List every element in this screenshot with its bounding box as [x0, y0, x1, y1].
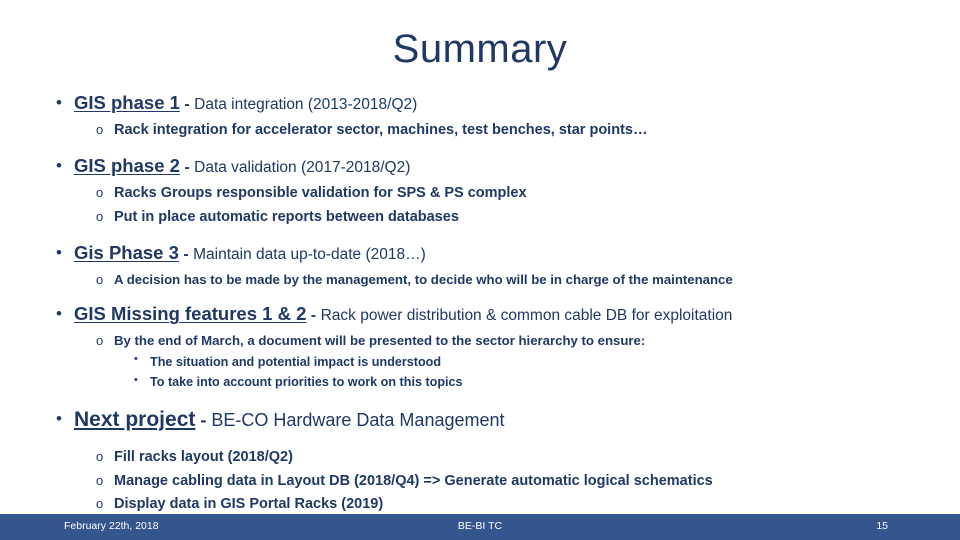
bullet-heading: Next project: [74, 408, 196, 432]
bullet-block-gis-phase-1: • GIS phase 1 - Data integration (2013-20…: [46, 92, 926, 142]
bullet-level1: • GIS phase 1 - Data integration (2013-20…: [46, 92, 926, 115]
bullet-level3: • The situation and potential impact is u…: [46, 352, 926, 372]
bullet-block-gis-missing-features: • GIS Missing features 1 & 2 - Rack power…: [46, 303, 926, 392]
bullet-level2-text: By the end of March, a document will be …: [114, 333, 646, 349]
bullet-heading: GIS phase 1: [74, 92, 180, 113]
bullet-block-gis-phase-3: • Gis Phase 3 - Maintain data up-to-date …: [46, 242, 926, 290]
bullet-level3-text: To take into account priorities to work …: [150, 375, 463, 390]
bullet-level1: • Gis Phase 3 - Maintain data up-to-date …: [46, 242, 926, 265]
bullet-block-next-project: • Next project - BE-CO Hardware Data Mana…: [46, 408, 926, 516]
bullet-heading: GIS Missing features 1 & 2: [74, 303, 307, 325]
bullet-level2: o By the end of March, a document will be…: [46, 330, 926, 351]
bullet-heading: GIS phase 2: [74, 155, 180, 177]
bullet-dash: -: [179, 96, 195, 113]
bullet-level2: o Put in place automatic reports between …: [46, 206, 926, 229]
slide-body: • GIS phase 1 - Data integration (2013-20…: [46, 92, 926, 517]
bullet-marker-level3: •: [134, 353, 138, 366]
bullet-level2-text: Fill racks layout (2018/Q2): [114, 449, 293, 466]
bullet-marker-level2: o: [96, 449, 104, 465]
bullet-level1: • GIS Missing features 1 & 2 - Rack power…: [46, 303, 926, 326]
bullet-subtitle: Data validation (2017-2018/Q2): [194, 159, 411, 177]
bullet-marker-level2: o: [96, 185, 104, 201]
bullet-level2: o A decision has to be made by the manage…: [46, 269, 926, 290]
bullet-dash: -: [178, 246, 194, 264]
bullet-level2: o Rack integration for accelerator sector…: [46, 119, 926, 142]
footer-page-number: 15: [876, 520, 888, 532]
bullet-marker-level1: •: [56, 409, 62, 429]
bullet-level2-text: A decision has to be made by the managem…: [114, 272, 733, 288]
bullet-marker-level2: o: [96, 121, 104, 137]
bullet-dash: -: [179, 159, 195, 177]
bullet-level2: o Manage cabling data in Layout DB (2018/…: [46, 470, 926, 493]
bullet-marker-level1: •: [56, 92, 62, 112]
bullet-dash: -: [195, 410, 212, 431]
bullet-level2-text: Display data in GIS Portal Racks (2019): [114, 496, 384, 513]
bullet-marker-level2: o: [96, 272, 104, 288]
bullet-level1: • Next project - BE-CO Hardware Data Mana…: [46, 408, 926, 433]
bullet-subtitle: BE-CO Hardware Data Management: [211, 410, 505, 431]
slide: Summary • GIS phase 1 - Data integration …: [0, 0, 960, 540]
bullet-subtitle: Maintain data up-to-date (2018…): [193, 246, 426, 264]
bullet-marker-level2: o: [96, 208, 104, 224]
footer-event: BE-BI TC: [457, 520, 503, 532]
bullet-marker-level1: •: [56, 156, 62, 176]
bullet-level3-text: The situation and potential impact is un…: [150, 354, 442, 369]
bullet-subtitle: Data integration (2013-2018/Q2): [194, 96, 418, 113]
bullet-level2: o Racks Groups responsible validation for…: [46, 182, 926, 205]
bullet-level2-text: Put in place automatic reports between d…: [114, 208, 459, 225]
bullet-marker-level1: •: [56, 304, 62, 324]
bullet-marker-level2: o: [96, 333, 104, 349]
bullet-marker-level1: •: [56, 242, 62, 262]
bullet-level1: • GIS phase 2 - Data validation (2017-201…: [46, 155, 926, 178]
bullet-level3: • To take into account priorities to work…: [46, 372, 926, 392]
bullet-block-gis-phase-2: • GIS phase 2 - Data validation (2017-201…: [46, 155, 926, 229]
bullet-marker-level3: •: [134, 373, 138, 386]
bullet-marker-level2: o: [96, 496, 104, 512]
bullet-level2-text: Manage cabling data in Layout DB (2018/Q…: [114, 472, 713, 489]
bullet-level2-text: Racks Groups responsible validation for …: [114, 185, 527, 202]
bullet-heading: Gis Phase 3: [74, 242, 179, 264]
bullet-subtitle: Rack power distribution & common cable D…: [320, 307, 733, 325]
bullet-dash: -: [306, 307, 321, 325]
page-title: Summary: [392, 27, 568, 71]
slide-footer: February 22th, 2018 BE-BI TC 15: [0, 514, 960, 540]
bullet-level2-text: Rack integration for accelerator sector,…: [114, 121, 648, 138]
bullet-marker-level2: o: [96, 472, 104, 488]
bullet-level2: o Fill racks layout (2018/Q2): [46, 446, 926, 469]
